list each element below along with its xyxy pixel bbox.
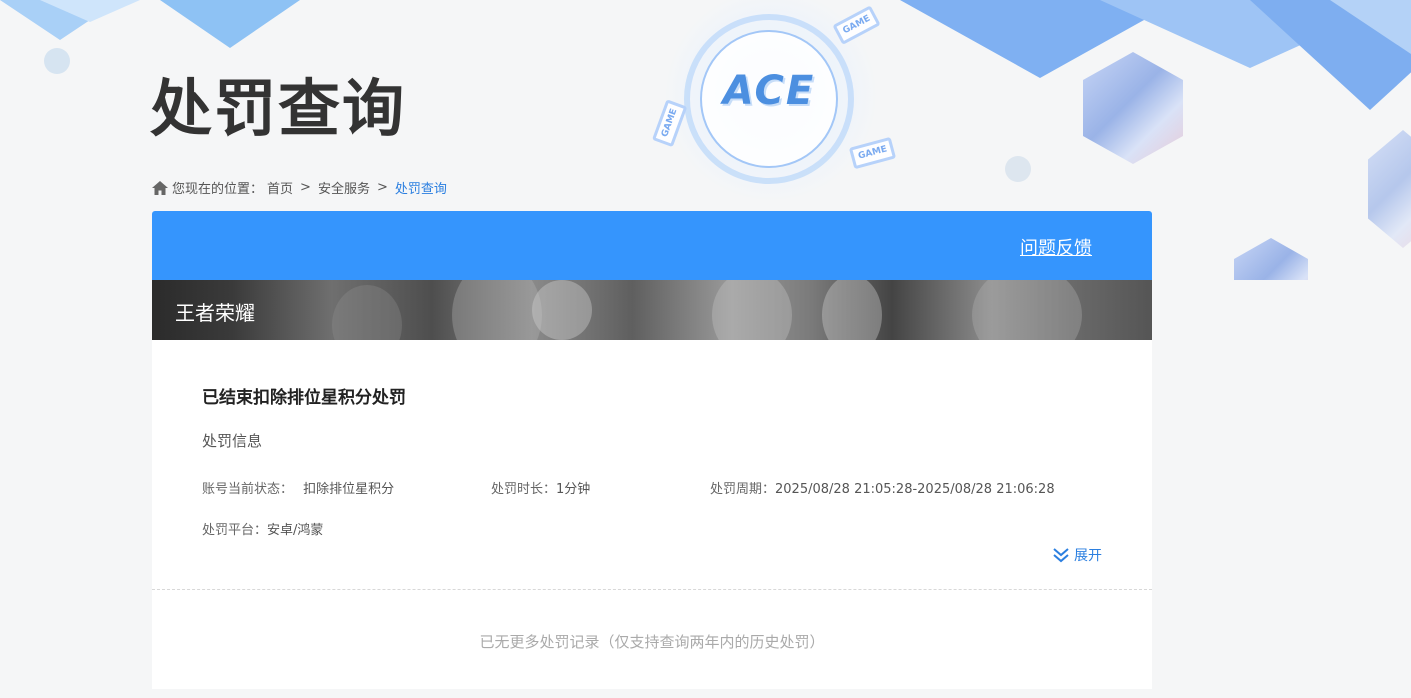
platform-value: 安卓/鸿蒙 [267,523,324,538]
feedback-link[interactable]: 问题反馈 [1020,234,1092,260]
divider [152,589,1152,590]
breadcrumb-current[interactable]: 处罚查询 [395,178,447,197]
ace-logo: ACE [722,68,816,114]
character-hexagon-image [1083,52,1183,164]
game-tag-icon: GAME [848,136,897,170]
home-icon [152,180,168,195]
status-value: 扣除排位星积分 [303,482,395,497]
punishment-card: 问题反馈 王者荣耀 已结束扣除排位星积分处罚 处罚信息 账号当前状态： 扣除排位… [152,211,1152,689]
status-key: 账号当前状态： [202,482,294,497]
duration-value: 1分钟 [556,482,591,497]
section-label: 处罚信息 [202,432,263,450]
period-key: 处罚周期： [710,482,776,497]
chevron-double-down-icon [1052,547,1070,563]
platform-key: 处罚平台： [202,523,268,538]
status-info: 账号当前状态： 扣除排位星积分 [202,478,394,497]
page-title: 处罚查询 [150,72,407,145]
breadcrumb: 您现在的位置： 首页 > 安全服务 > 处罚查询 [152,178,447,197]
no-more-records-text: 已无更多处罚记录（仅支持查询两年内的历史处罚） [479,633,825,651]
breadcrumb-separator: > [300,180,311,195]
game-name: 王者荣耀 [175,301,255,325]
breadcrumb-separator: > [376,180,388,195]
duration-key: 处罚时长： [491,482,557,497]
period-info: 处罚周期：2025/08/28 21:05:28-2025/08/28 21:0… [710,478,1055,497]
breadcrumb-section-link[interactable]: 安全服务 [318,178,370,197]
breadcrumb-home-link[interactable]: 首页 [267,178,293,197]
platform-info: 处罚平台：安卓/鸿蒙 [202,519,323,538]
character-hexagon-image [1234,238,1308,280]
card-header: 问题反馈 [152,211,1152,280]
punishment-record: 已结束扣除排位星积分处罚 处罚信息 账号当前状态： 扣除排位星积分 处罚时长：1… [152,340,1152,590]
game-banner: 王者荣耀 [152,280,1152,340]
expand-label: 展开 [1074,548,1102,564]
period-value: 2025/08/28 21:05:28-2025/08/28 21:06:28 [775,482,1055,497]
character-hexagon-image [1368,130,1411,248]
game-tag-icon: GAME [651,98,688,148]
expand-button[interactable]: 展开 [1052,545,1102,565]
breadcrumb-prefix: 您现在的位置： [172,182,264,197]
duration-info: 处罚时长：1分钟 [491,478,590,497]
record-title: 已结束扣除排位星积分处罚 [202,388,406,408]
game-tag-icon: GAME [832,5,882,45]
page: ACE GAME GAME GAME 处罚查询 您现在的位置： 首页 > 安全服… [0,0,1411,698]
